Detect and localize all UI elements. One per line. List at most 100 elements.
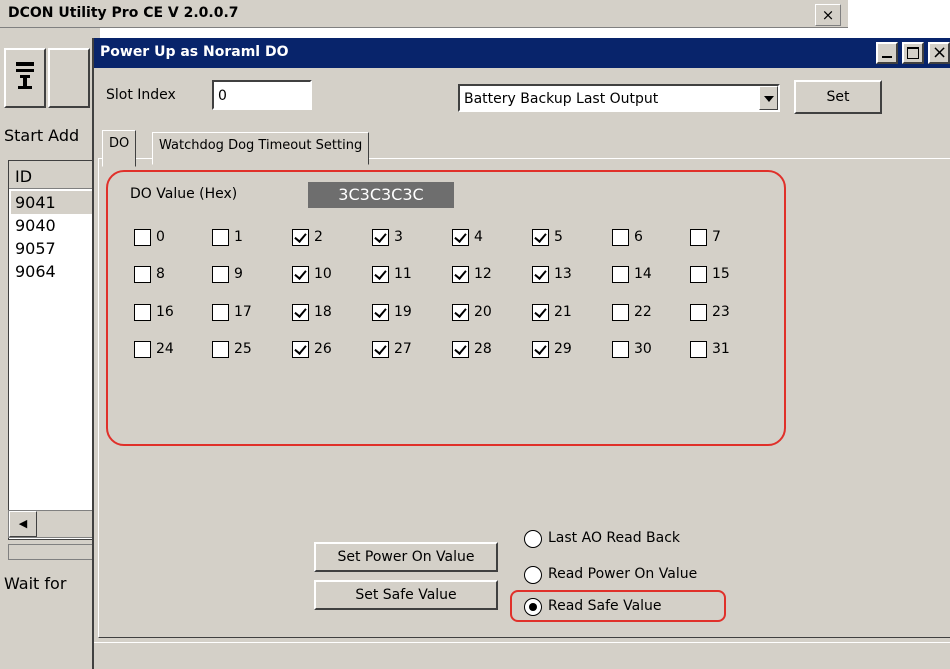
radio-indicator[interactable] bbox=[524, 530, 542, 548]
module-id-list[interactable]: ID 9041 9040 9057 9064 bbox=[8, 160, 100, 540]
do-checkbox-22[interactable]: 22 bbox=[612, 303, 684, 323]
toolbar-button[interactable] bbox=[48, 48, 90, 108]
do-checkbox-11[interactable]: 11 bbox=[372, 265, 444, 285]
checkbox-label: 8 bbox=[156, 266, 165, 282]
checkbox-indicator[interactable] bbox=[212, 341, 229, 358]
checkbox-indicator[interactable] bbox=[134, 229, 151, 246]
list-item[interactable]: 9040 bbox=[11, 214, 99, 237]
checkbox-indicator[interactable] bbox=[212, 229, 229, 246]
power-up-mode-select[interactable]: Battery Backup Last Output bbox=[458, 84, 780, 112]
checkbox-indicator[interactable] bbox=[212, 266, 229, 283]
do-checkbox-13[interactable]: 13 bbox=[532, 265, 604, 285]
checkbox-indicator[interactable] bbox=[372, 304, 389, 321]
scroll-left-icon[interactable]: ◀ bbox=[9, 511, 37, 537]
set-safe-value-button[interactable]: Set Safe Value bbox=[314, 580, 498, 610]
checkbox-indicator[interactable] bbox=[690, 229, 707, 246]
checkbox-indicator[interactable] bbox=[532, 304, 549, 321]
close-button[interactable] bbox=[928, 42, 950, 64]
checkbox-indicator[interactable] bbox=[292, 341, 309, 358]
radio-indicator[interactable] bbox=[524, 566, 542, 584]
checkbox-indicator[interactable] bbox=[452, 229, 469, 246]
do-checkbox-4[interactable]: 4 bbox=[452, 228, 524, 248]
checkbox-indicator[interactable] bbox=[292, 266, 309, 283]
do-checkbox-8[interactable]: 8 bbox=[134, 265, 206, 285]
do-checkbox-19[interactable]: 19 bbox=[372, 303, 444, 323]
checkbox-indicator[interactable] bbox=[134, 304, 151, 321]
do-checkbox-28[interactable]: 28 bbox=[452, 340, 524, 360]
do-checkbox-25[interactable]: 25 bbox=[212, 340, 284, 360]
checkbox-indicator[interactable] bbox=[612, 229, 629, 246]
do-checkbox-24[interactable]: 24 bbox=[134, 340, 206, 360]
chevron-down-icon[interactable] bbox=[759, 86, 778, 110]
checkbox-label: 15 bbox=[712, 266, 730, 282]
checkbox-indicator[interactable] bbox=[134, 341, 151, 358]
do-checkbox-0[interactable]: 0 bbox=[134, 228, 206, 248]
checkbox-label: 4 bbox=[474, 229, 483, 245]
do-checkbox-9[interactable]: 9 bbox=[212, 265, 284, 285]
minimize-button[interactable] bbox=[876, 42, 898, 64]
checkbox-indicator[interactable] bbox=[612, 341, 629, 358]
do-checkbox-18[interactable]: 18 bbox=[292, 303, 364, 323]
do-checkbox-20[interactable]: 20 bbox=[452, 303, 524, 323]
checkbox-indicator[interactable] bbox=[532, 341, 549, 358]
do-checkbox-15[interactable]: 15 bbox=[690, 265, 762, 285]
checkbox-indicator[interactable] bbox=[612, 304, 629, 321]
slot-index-label: Slot Index bbox=[106, 87, 176, 103]
checkbox-label: 27 bbox=[394, 341, 412, 357]
checkbox-indicator[interactable] bbox=[372, 341, 389, 358]
do-checkbox-5[interactable]: 5 bbox=[532, 228, 604, 248]
device-icon bbox=[16, 62, 34, 89]
checkbox-indicator[interactable] bbox=[134, 266, 151, 283]
set-power-on-value-button[interactable]: Set Power On Value bbox=[314, 542, 498, 572]
checkbox-indicator[interactable] bbox=[690, 304, 707, 321]
progress-track bbox=[8, 544, 100, 560]
checkbox-indicator[interactable] bbox=[372, 229, 389, 246]
checkbox-indicator[interactable] bbox=[690, 266, 707, 283]
do-checkbox-7[interactable]: 7 bbox=[690, 228, 762, 248]
power-up-dialog: Power Up as Noraml DO Slot Index 0 Batte… bbox=[92, 38, 950, 669]
parent-close-button[interactable]: × bbox=[815, 4, 841, 26]
checkbox-label: 29 bbox=[554, 341, 572, 357]
do-checkbox-26[interactable]: 26 bbox=[292, 340, 364, 360]
checkbox-indicator[interactable] bbox=[292, 229, 309, 246]
toolbar-device-button[interactable] bbox=[4, 48, 46, 108]
checkbox-indicator[interactable] bbox=[372, 266, 389, 283]
checkbox-label: 19 bbox=[394, 304, 412, 320]
list-header-id[interactable]: ID bbox=[9, 161, 99, 189]
do-checkbox-27[interactable]: 27 bbox=[372, 340, 444, 360]
do-checkbox-2[interactable]: 2 bbox=[292, 228, 364, 248]
checkbox-indicator[interactable] bbox=[532, 266, 549, 283]
tab-watchdog-timeout[interactable]: Watchdog Dog Timeout Setting bbox=[152, 132, 370, 165]
checkbox-indicator[interactable] bbox=[452, 341, 469, 358]
checkbox-indicator[interactable] bbox=[532, 229, 549, 246]
do-checkbox-17[interactable]: 17 bbox=[212, 303, 284, 323]
list-item[interactable]: 9057 bbox=[11, 237, 99, 260]
list-item[interactable]: 9041 bbox=[11, 191, 99, 214]
tab-do[interactable]: DO bbox=[102, 130, 137, 167]
do-checkbox-1[interactable]: 1 bbox=[212, 228, 284, 248]
do-checkbox-16[interactable]: 16 bbox=[134, 303, 206, 323]
checkbox-indicator[interactable] bbox=[612, 266, 629, 283]
checkbox-indicator[interactable] bbox=[452, 266, 469, 283]
checkbox-label: 9 bbox=[234, 266, 243, 282]
do-checkbox-30[interactable]: 30 bbox=[612, 340, 684, 360]
do-checkbox-12[interactable]: 12 bbox=[452, 265, 524, 285]
list-item[interactable]: 9064 bbox=[11, 260, 99, 283]
checkbox-indicator[interactable] bbox=[212, 304, 229, 321]
do-checkbox-31[interactable]: 31 bbox=[690, 340, 762, 360]
do-checkbox-14[interactable]: 14 bbox=[612, 265, 684, 285]
set-button[interactable]: Set bbox=[794, 80, 882, 114]
checkbox-label: 21 bbox=[554, 304, 572, 320]
slot-index-input[interactable]: 0 bbox=[212, 80, 312, 110]
list-horizontal-scrollbar[interactable]: ◀ bbox=[8, 510, 100, 538]
do-checkbox-3[interactable]: 3 bbox=[372, 228, 444, 248]
checkbox-indicator[interactable] bbox=[452, 304, 469, 321]
do-checkbox-6[interactable]: 6 bbox=[612, 228, 684, 248]
checkbox-indicator[interactable] bbox=[690, 341, 707, 358]
checkbox-indicator[interactable] bbox=[292, 304, 309, 321]
maximize-button[interactable] bbox=[902, 42, 924, 64]
do-checkbox-23[interactable]: 23 bbox=[690, 303, 762, 323]
do-checkbox-21[interactable]: 21 bbox=[532, 303, 604, 323]
do-checkbox-29[interactable]: 29 bbox=[532, 340, 604, 360]
do-checkbox-10[interactable]: 10 bbox=[292, 265, 364, 285]
